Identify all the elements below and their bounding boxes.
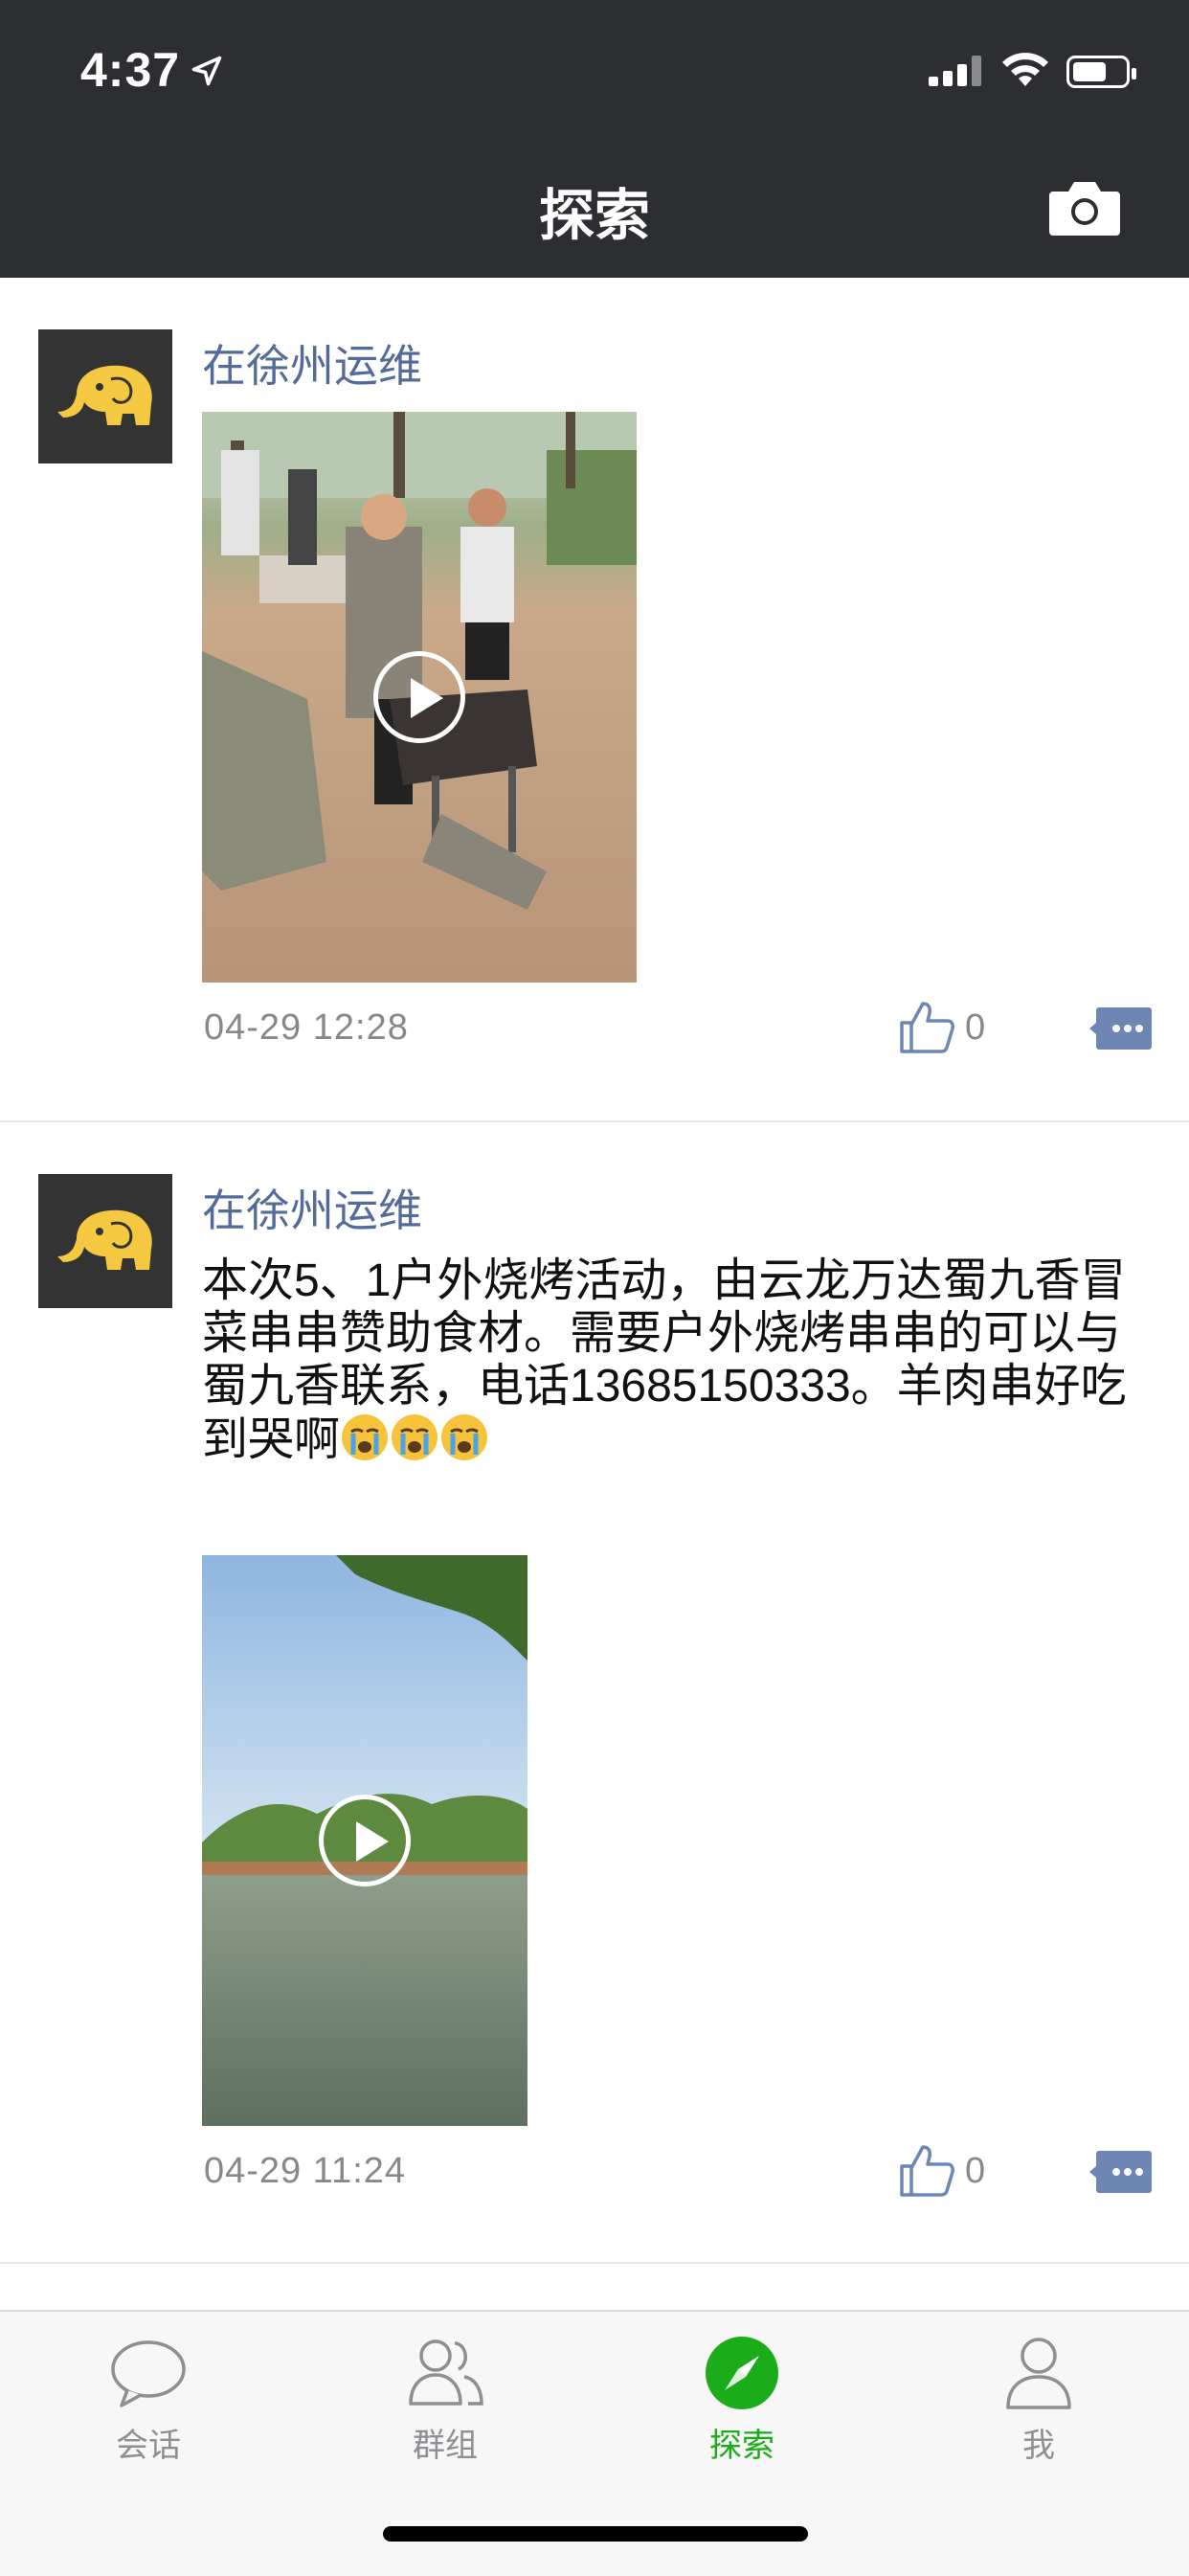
tab-label: 探索 <box>709 2428 774 2464</box>
avatar[interactable] <box>38 329 172 463</box>
group-icon <box>409 2339 483 2406</box>
tab-label: 会话 <box>116 2428 181 2464</box>
location-arrow-icon <box>191 56 222 86</box>
like-thumb-icon[interactable] <box>898 1000 955 1055</box>
tab-label: 群组 <box>413 2428 478 2464</box>
video-thumbnail[interactable] <box>202 412 637 983</box>
like-count: 0 <box>965 2151 986 2191</box>
post-text: 本次5、1户外烧烤活动，由云龙万达蜀九香冒菜串串赞助食材。需要户外烧烤串串的可以… <box>202 1254 1159 1466</box>
avatar[interactable] <box>38 1174 172 1308</box>
like-thumb-icon[interactable] <box>898 2143 955 2199</box>
divider <box>0 2262 1189 2264</box>
tab-explore[interactable]: 探索 <box>594 2312 890 2503</box>
post-author[interactable]: 在徐州运维 <box>202 1176 422 1239</box>
wifi-icon <box>1002 53 1048 86</box>
play-button[interactable] <box>373 651 465 743</box>
tab-me[interactable]: 我 <box>890 2312 1187 2503</box>
page-title: 探索 <box>538 185 650 247</box>
video-thumbnail[interactable] <box>202 1555 527 2126</box>
crying-emoji-icon <box>441 1414 488 1460</box>
comment-icon[interactable] <box>1089 1006 1153 1051</box>
post-timestamp: 04-29 11:24 <box>204 2151 407 2191</box>
play-button[interactable] <box>319 1795 411 1887</box>
compass-icon <box>706 2337 778 2409</box>
like-count: 0 <box>965 1007 986 1048</box>
crying-emoji-icon <box>342 1414 389 1460</box>
cellular-signal-icon <box>929 56 982 86</box>
elephant-logo-icon <box>57 1209 152 1270</box>
camera-icon[interactable] <box>1047 178 1122 237</box>
tab-bar: 会话 群组 探索 我 <box>0 2310 1189 2576</box>
tab-groups[interactable]: 群组 <box>297 2312 594 2503</box>
post-2: 在徐州运维 本次5、1户外烧烤活动，由云龙万达蜀九香冒菜串串赞助食材。需要户外烧… <box>0 1122 1189 2262</box>
battery-icon <box>1066 56 1136 88</box>
post-timestamp: 04-29 12:28 <box>204 1007 409 1048</box>
elephant-logo-icon <box>57 365 152 425</box>
status-time: 4:37 <box>80 43 181 97</box>
person-icon <box>1006 2338 1071 2409</box>
home-indicator[interactable] <box>383 2526 808 2542</box>
comment-icon[interactable] <box>1089 2149 1153 2195</box>
chat-bubble-icon <box>111 2340 186 2407</box>
post-1: 在徐州运维 04-29 12:28 0 <box>0 278 1189 1120</box>
crying-emoji-icon <box>392 1414 438 1460</box>
top-bar: 4:37 探索 <box>0 0 1189 278</box>
tab-chats[interactable]: 会话 <box>0 2312 297 2503</box>
post-author[interactable]: 在徐州运维 <box>202 331 422 395</box>
tab-label: 我 <box>1022 2428 1055 2464</box>
